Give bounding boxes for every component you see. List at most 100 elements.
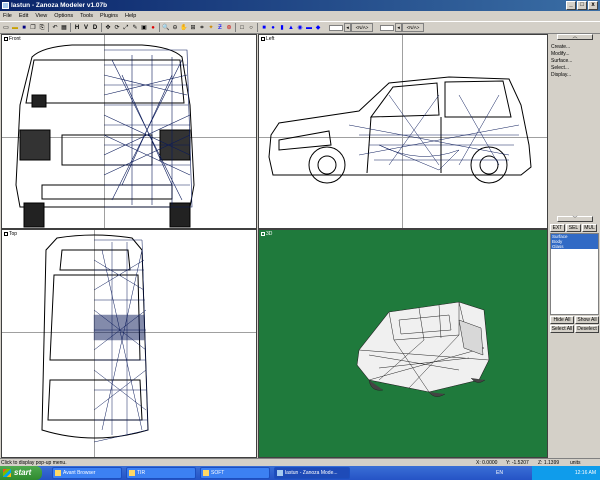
viewport-3d[interactable]: 3D	[258, 229, 548, 458]
combo-2[interactable]: ◂ <N/A>	[380, 23, 424, 32]
panel-expand-button[interactable]: ﹀	[557, 216, 593, 222]
move-icon[interactable]: ✥	[104, 24, 112, 32]
list-item[interactable]: Glass	[551, 244, 598, 249]
task-tir[interactable]: TIR	[126, 467, 196, 479]
menu-options[interactable]: Options	[54, 11, 73, 21]
hide-all-button[interactable]: Hide All	[550, 316, 574, 324]
task-label: lastun - Zanoza Mode...	[285, 470, 338, 476]
grid-icon[interactable]: ▦	[60, 24, 68, 32]
viewport-top[interactable]: Top	[1, 229, 257, 458]
side-panel: ︿ Create... Modify... Surface... Select.…	[549, 34, 600, 458]
cube-icon[interactable]: ■	[260, 24, 268, 32]
deselect-button[interactable]: Deselect	[575, 325, 599, 333]
surface-menu[interactable]: Surface...	[551, 58, 572, 64]
language-indicator[interactable]: EN	[496, 466, 503, 480]
panel-collapse-button[interactable]: ︿	[557, 34, 593, 40]
title-bar[interactable]: lastun - Zanoza Modeler v1.07b _ □ x	[0, 0, 600, 11]
menu-plugins[interactable]: Plugins	[100, 11, 118, 21]
taskbar: start Avant Browser TIR SOFT lastun - Za…	[0, 466, 600, 480]
zoom-out-icon[interactable]: ⊖	[171, 24, 179, 32]
create-menu[interactable]: Create...	[551, 44, 570, 50]
viewport-front-label: Front	[9, 36, 21, 42]
material-icon[interactable]: ⊛	[225, 24, 233, 32]
object-list[interactable]: Surface Body Glass	[550, 233, 599, 315]
modify-menu[interactable]: Modify...	[551, 51, 570, 57]
cone-icon[interactable]: ▲	[287, 24, 295, 32]
combo-1[interactable]: ◂ <N/A>	[329, 23, 373, 32]
select-all-button[interactable]: Select All	[550, 325, 574, 333]
menu-view[interactable]: View	[35, 11, 47, 21]
undo-icon[interactable]: ↶	[51, 24, 59, 32]
pen-icon[interactable]: ✎	[131, 24, 139, 32]
viewport-left[interactable]: Left	[258, 34, 548, 229]
combo-2-prev[interactable]: ◂	[395, 23, 402, 32]
wire-icon[interactable]: ⌗	[198, 24, 206, 32]
view-h-button[interactable]: H	[73, 24, 81, 32]
combo-2-swatch	[380, 24, 394, 31]
app-icon	[277, 470, 283, 476]
circle-icon[interactable]: ○	[247, 24, 255, 32]
task-soft[interactable]: SOFT	[200, 467, 270, 479]
fit-icon[interactable]: ⊞	[189, 24, 197, 32]
sphere-icon[interactable]: ●	[269, 24, 277, 32]
combo-1-value: <N/A>	[351, 23, 373, 32]
windows-logo-icon	[3, 469, 11, 477]
start-label: start	[14, 468, 32, 477]
tab-ext[interactable]: EXT	[550, 224, 565, 232]
new-file-icon[interactable]: ▭	[2, 24, 10, 32]
app-window: lastun - Zanoza Modeler v1.07b _ □ x Fil…	[0, 0, 600, 480]
menu-edit[interactable]: Edit	[19, 11, 28, 21]
menu-tools[interactable]: Tools	[80, 11, 93, 21]
pan-icon[interactable]: ✋	[180, 24, 188, 32]
toolbar: ▭ ▬ ■ ❐ ⎘ ↶ ▦ H V D ✥ ⟳ ⤢ ✎ ▣ ● 🔍 ⊖ ✋ ⊞ …	[0, 21, 600, 34]
top-car-drawing	[41, 234, 149, 443]
scale-icon[interactable]: ⤢	[122, 24, 130, 32]
task-label: TIR	[137, 470, 146, 476]
maximize-button[interactable]: □	[577, 1, 587, 10]
viewport-front[interactable]: Front	[1, 34, 257, 229]
object-icon[interactable]: ◆	[314, 24, 322, 32]
paste-icon[interactable]: ⎘	[38, 24, 46, 32]
copy-icon[interactable]: ❐	[29, 24, 37, 32]
display-menu[interactable]: Display...	[551, 72, 571, 78]
cylinder-icon[interactable]: ▮	[278, 24, 286, 32]
status-bar: Click to display pop-up menu. X: 0.0000 …	[0, 458, 600, 466]
menu-bar: File Edit View Options Tools Plugins Hel…	[0, 11, 600, 21]
box-icon[interactable]: □	[238, 24, 246, 32]
torus-icon[interactable]: ◉	[296, 24, 304, 32]
plane-icon[interactable]: ▬	[305, 24, 313, 32]
minimize-button[interactable]: _	[566, 1, 576, 10]
render-icon[interactable]: ●	[149, 24, 157, 32]
light-icon[interactable]: ✦	[207, 24, 215, 32]
menu-file[interactable]: File	[3, 11, 12, 21]
viewport-top-label: Top	[9, 231, 18, 237]
save-icon[interactable]: ■	[20, 24, 28, 32]
rotate-icon[interactable]: ⟳	[113, 24, 121, 32]
task-avant-browser[interactable]: Avant Browser	[52, 467, 122, 479]
view-v-button[interactable]: V	[82, 24, 90, 32]
tab-sel[interactable]: SEL	[566, 224, 581, 232]
select-menu[interactable]: Select...	[551, 65, 569, 71]
viewport-3d-label: 3D	[266, 231, 273, 237]
system-tray: 12:16 AM	[532, 466, 600, 480]
panel-tabs: EXT SEL MUL	[550, 224, 597, 232]
combo-1-swatch	[329, 24, 343, 31]
task-zanoza-modeler[interactable]: lastun - Zanoza Mode...	[274, 467, 350, 479]
close-button[interactable]: x	[588, 1, 598, 10]
app-icon	[2, 2, 9, 9]
zoom-icon[interactable]: 🔍	[162, 24, 170, 32]
left-car-drawing	[268, 76, 532, 184]
tab-mul[interactable]: MUL	[582, 224, 597, 232]
frame-icon[interactable]: ▣	[140, 24, 148, 32]
task-label: Avant Browser	[63, 470, 96, 476]
show-all-button[interactable]: Show All	[575, 316, 599, 324]
zoom-z-icon[interactable]: Ƶ	[216, 24, 224, 32]
browser-icon	[55, 470, 61, 476]
menu-help[interactable]: Help	[125, 11, 136, 21]
start-button[interactable]: start	[0, 466, 42, 480]
open-folder-icon[interactable]: ▬	[11, 24, 19, 32]
combo-1-prev[interactable]: ◂	[344, 23, 351, 32]
3d-car-render	[356, 301, 490, 397]
view-d-button[interactable]: D	[91, 24, 99, 32]
clock[interactable]: 12:16 AM	[575, 470, 596, 476]
